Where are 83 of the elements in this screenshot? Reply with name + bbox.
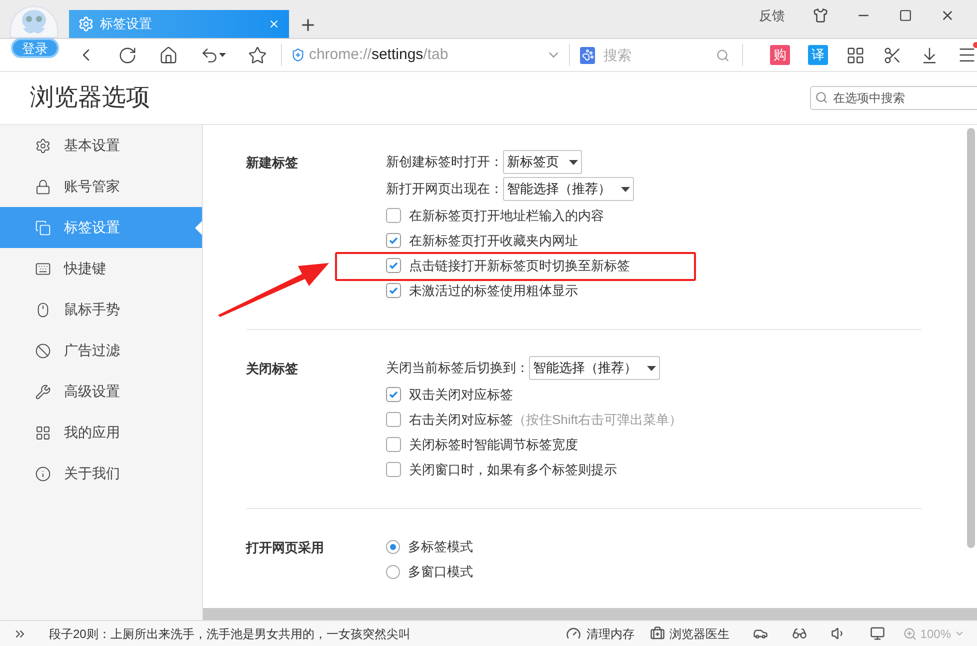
checkbox[interactable] bbox=[386, 233, 401, 248]
caret-icon bbox=[569, 160, 578, 164]
sidebar-item[interactable]: 鼠标手势 bbox=[0, 289, 202, 330]
option-label: 关闭标签时智能调节标签宽度 bbox=[409, 436, 578, 454]
scissors-icon[interactable] bbox=[882, 46, 902, 64]
setting-label: 新创建标签时打开： bbox=[386, 153, 503, 172]
mouse-icon bbox=[35, 302, 51, 318]
checkbox[interactable] bbox=[386, 462, 401, 477]
tab-title: 标签设置 bbox=[100, 15, 153, 34]
option-label: 右击关闭对应标签 bbox=[409, 410, 513, 429]
radio-button[interactable] bbox=[386, 540, 400, 554]
sidebar-item[interactable]: 我的应用 bbox=[0, 412, 202, 453]
checkbox[interactable] bbox=[386, 387, 401, 402]
option-label: 未激活过的标签使用粗体显示 bbox=[409, 282, 578, 300]
option-hint: （按住Shift右击可弹出菜单） bbox=[513, 410, 682, 429]
checkmark-icon bbox=[388, 285, 399, 296]
monitor-icon[interactable] bbox=[870, 626, 886, 641]
block-icon bbox=[35, 342, 51, 358]
lock-icon bbox=[35, 178, 51, 194]
page-title: 浏览器选项 bbox=[30, 83, 150, 113]
sidebar-item[interactable]: 快捷键 bbox=[0, 248, 202, 289]
option-label: 多窗口模式 bbox=[408, 562, 473, 581]
checkbox[interactable] bbox=[386, 437, 401, 452]
checkmark-icon bbox=[388, 389, 399, 400]
tabs-icon bbox=[35, 220, 51, 236]
dropdown[interactable]: 智能选择（推荐） bbox=[529, 356, 660, 380]
apps-icon[interactable] bbox=[846, 46, 865, 64]
dropdown[interactable]: 新标签页 bbox=[503, 150, 582, 174]
dropdown[interactable]: 智能选择（推荐） bbox=[503, 177, 634, 201]
reload-icon[interactable] bbox=[118, 46, 137, 64]
home-icon[interactable] bbox=[159, 46, 178, 64]
news-ticker[interactable]: 段子20则：上厕所出来洗手，洗手池是男女共用的，一女孩突然尖叫 bbox=[49, 624, 566, 642]
radio-button[interactable] bbox=[386, 564, 400, 578]
sidebar-item[interactable]: 高级设置 bbox=[0, 371, 202, 412]
undo-icon[interactable] bbox=[200, 46, 219, 64]
skin-icon[interactable] bbox=[813, 8, 828, 24]
option-label: 点击链接打开新标签页时切换至新标签 bbox=[409, 256, 630, 275]
checkmark-icon bbox=[388, 260, 399, 271]
gear-icon bbox=[78, 16, 94, 32]
keyboard-icon bbox=[35, 260, 51, 276]
caret-icon bbox=[621, 186, 630, 192]
wrench-icon bbox=[35, 384, 51, 400]
clean-memory-button[interactable]: 清理内存 bbox=[586, 624, 634, 642]
checkbox[interactable] bbox=[386, 412, 401, 427]
search-icon[interactable] bbox=[716, 48, 730, 62]
browser-doctor-button[interactable]: 浏览器医生 bbox=[669, 624, 730, 642]
maximize-icon[interactable] bbox=[899, 9, 912, 22]
medical-kit-icon bbox=[650, 626, 666, 641]
apps-icon bbox=[35, 424, 51, 440]
caret-icon bbox=[647, 366, 656, 370]
option-label: 双击关闭对应标签 bbox=[409, 386, 513, 404]
section-title: 新建标签 bbox=[246, 154, 299, 172]
caret-icon[interactable] bbox=[219, 53, 226, 57]
option-label: 多标签模式 bbox=[408, 538, 473, 556]
search-field[interactable]: 搜索 bbox=[603, 44, 708, 66]
checkbox[interactable] bbox=[386, 258, 401, 273]
sidebar-item[interactable]: 关于我们 bbox=[0, 453, 202, 494]
gauge-icon bbox=[566, 626, 582, 641]
section-title: 打开网页采用 bbox=[246, 539, 325, 557]
star-icon[interactable] bbox=[248, 46, 267, 64]
options-search-field[interactable]: 在选项中搜索 bbox=[810, 86, 977, 110]
sidebar-item[interactable]: 广告过滤 bbox=[0, 330, 202, 371]
shield-icon bbox=[290, 48, 305, 62]
section-title: 关闭标签 bbox=[246, 360, 299, 378]
checkbox[interactable] bbox=[386, 208, 401, 223]
feedback-link[interactable]: 反馈 bbox=[759, 6, 785, 26]
option-label: 在新标签页打开收藏夹内网址 bbox=[409, 232, 578, 250]
info-icon bbox=[35, 466, 51, 482]
gear-icon bbox=[35, 138, 51, 154]
url-text[interactable]: settings bbox=[371, 44, 424, 66]
option-label: 关闭窗口时，如果有多个标签则提示 bbox=[409, 460, 617, 479]
sidebar-item[interactable]: 账号管家 bbox=[0, 166, 202, 207]
checkmark-icon bbox=[388, 235, 399, 246]
option-label: 在新标签页打开地址栏输入的内容 bbox=[409, 206, 604, 225]
checkbox[interactable] bbox=[386, 283, 401, 298]
setting-label: 关闭当前标签后切换到： bbox=[386, 359, 529, 378]
sidebar-item[interactable]: 基本设置 bbox=[0, 125, 202, 166]
setting-label: 新打开网页出现在： bbox=[386, 180, 503, 198]
paw-logo[interactable] bbox=[580, 46, 596, 64]
horizontal-scrollbar[interactable] bbox=[203, 608, 977, 620]
search-icon bbox=[815, 91, 828, 104]
glasses-icon[interactable] bbox=[792, 626, 808, 641]
new-tab-icon[interactable] bbox=[299, 16, 317, 34]
